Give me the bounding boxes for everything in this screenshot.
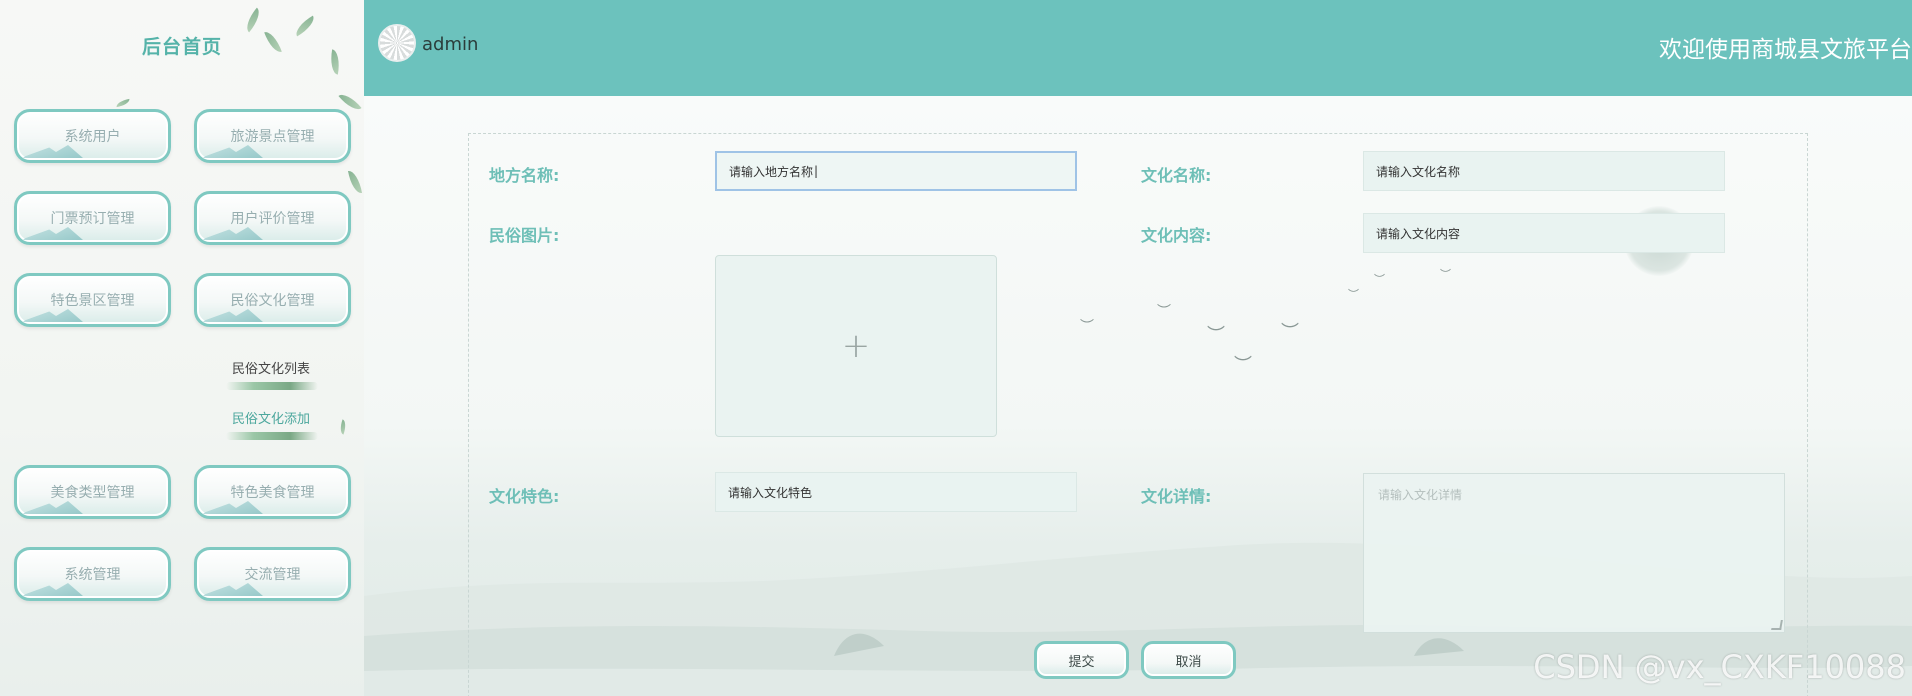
menu-item-communication[interactable]: 交流管理 [194, 547, 351, 601]
menu-item-featured-food[interactable]: 特色美食管理 [194, 465, 351, 519]
menu-item-label: 系统管理 [64, 567, 121, 583]
main-content: ︶ ︶ ︶ ︶ ︶ ︶ ︶ ︶ 地方名称: 请输入地方名称 | 文化名称: 请输入… [364, 96, 1912, 696]
menu-item-label: 美食类型管理 [50, 485, 135, 501]
culture-name-label: 文化名称: [1141, 166, 1212, 185]
culture-detail-textarea[interactable]: 请输入文化详情 [1363, 473, 1785, 633]
menu-item-label: 系统用户 [64, 129, 121, 145]
culture-feature-input[interactable]: 请输入文化特色 [715, 472, 1077, 512]
top-header: admin 欢迎使用商城县文旅平台 [364, 0, 1912, 96]
place-name-label: 地方名称: [489, 166, 560, 185]
menu-item-folk-culture[interactable]: 民俗文化管理 [194, 273, 351, 327]
form-container: 地方名称: 请输入地方名称 | 文化名称: 请输入文化名称 民俗图片: + 文化内… [468, 133, 1808, 696]
culture-detail-placeholder: 请输入文化详情 [1378, 488, 1463, 502]
menu-item-label: 用户评价管理 [230, 211, 315, 227]
welcome-text: 欢迎使用商城县文旅平台 [1659, 37, 1912, 63]
sidebar-title[interactable]: 后台首页 [142, 32, 222, 59]
folk-image-label: 民俗图片: [489, 226, 560, 245]
menu-item-label: 民俗文化管理 [230, 293, 315, 309]
leaf-decoration [327, 49, 343, 75]
menu-item-label: 旅游景点管理 [230, 129, 315, 145]
username[interactable]: admin [422, 34, 478, 55]
leaf-decoration [264, 29, 282, 55]
cancel-button[interactable]: 取消 [1141, 641, 1236, 679]
avatar[interactable] [378, 24, 416, 62]
culture-name-value: 请输入文化名称 [1376, 164, 1461, 179]
menu-item-label: 特色美食管理 [230, 485, 315, 501]
leaf-decoration [347, 169, 363, 195]
menu-item-system-admin[interactable]: 系统管理 [14, 547, 171, 601]
menu-item-food-types[interactable]: 美食类型管理 [14, 465, 171, 519]
submenu-item-folk-culture-list[interactable]: 民俗文化列表 [232, 358, 310, 377]
submit-button[interactable]: 提交 [1034, 641, 1129, 679]
menu-item-user-reviews[interactable]: 用户评价管理 [194, 191, 351, 245]
menu-item-label: 门票预订管理 [50, 211, 135, 227]
culture-content-value: 请输入文化内容 [1376, 226, 1461, 241]
culture-content-label: 文化内容: [1141, 226, 1212, 245]
plus-icon: + [841, 326, 871, 366]
menu-item-label: 交流管理 [244, 567, 301, 583]
resize-handle-icon[interactable] [1771, 620, 1783, 630]
menu-item-scenic-spots[interactable]: 旅游景点管理 [194, 109, 351, 163]
submenu-underline [226, 382, 318, 390]
culture-feature-value: 请输入文化特色 [728, 485, 813, 500]
place-name-input[interactable]: 请输入地方名称 | [715, 151, 1077, 191]
menu-item-system-users[interactable]: 系统用户 [14, 109, 171, 163]
submenu-item-folk-culture-add[interactable]: 民俗文化添加 [232, 408, 310, 427]
leaf-decoration [337, 419, 349, 435]
sidebar: 后台首页 系统用户 旅游景点管理 门票预订管理 用户评价管理 特色景区管理 民俗… [0, 0, 364, 696]
culture-detail-label: 文化详情: [1141, 487, 1212, 506]
place-name-value: 请输入地方名称 [729, 164, 814, 179]
leaf-decoration [292, 15, 318, 37]
menu-item-label: 特色景区管理 [50, 293, 135, 309]
culture-feature-label: 文化特色: [489, 487, 560, 506]
culture-content-input[interactable]: 请输入文化内容 [1363, 213, 1725, 253]
menu-item-featured-areas[interactable]: 特色景区管理 [14, 273, 171, 327]
menu-item-ticket-booking[interactable]: 门票预订管理 [14, 191, 171, 245]
leaf-decoration [241, 7, 265, 33]
image-upload-box[interactable]: + [715, 255, 997, 437]
leaf-decoration [115, 98, 131, 108]
culture-name-input[interactable]: 请输入文化名称 [1363, 151, 1725, 191]
submenu-underline [226, 432, 318, 440]
watermark-text: CSDN @vx_CXKF10088 [1533, 648, 1906, 686]
